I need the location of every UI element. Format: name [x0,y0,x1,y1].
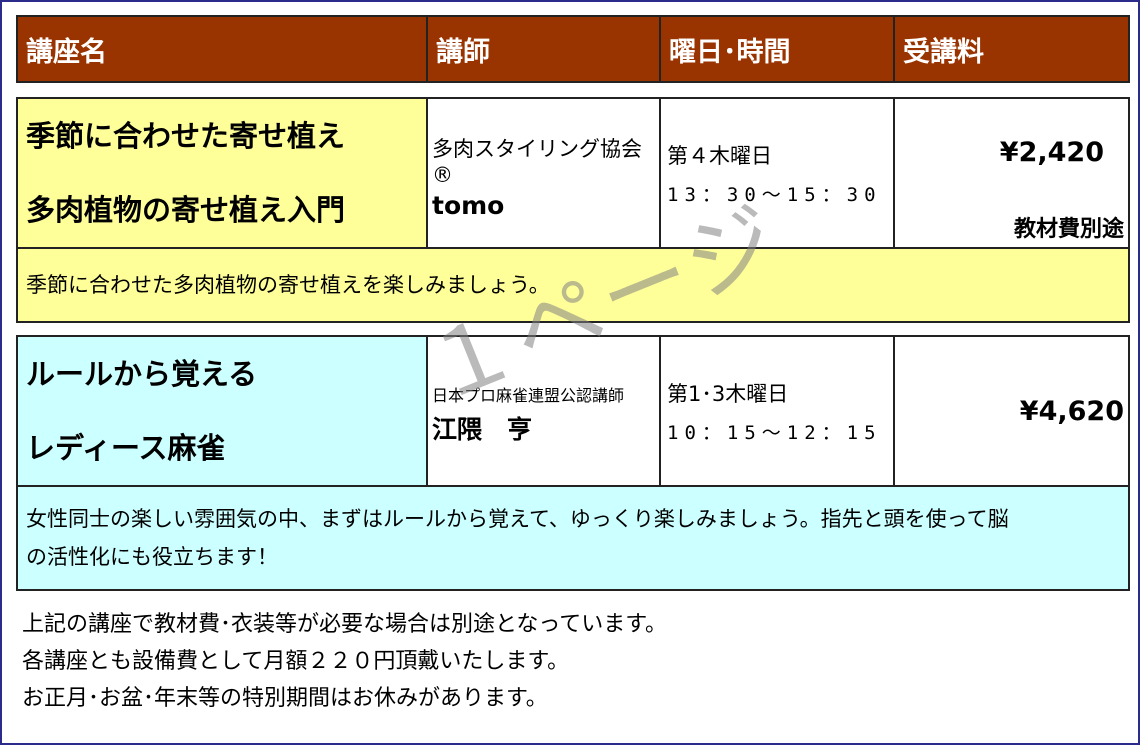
course-card-succulent: 季節に合わせた寄せ植え 多肉植物の寄せ植え入門 多肉スタイリング協会® tomo… [16,97,1130,323]
course-card-mahjong: ルールから覚える レディース麻雀 日本プロ麻雀連盟公認講師 江隈 亨 第1･3木… [16,335,1130,591]
teacher-cell: 日本プロ麻雀連盟公認講師 江隈 亨 [426,335,661,487]
header-teacher: 講師 [426,15,661,83]
schedule-day: 第1･3木曜日 [667,381,789,406]
footer-note: 上記の講座で教材費･衣装等が必要な場合は別途となっています。 [22,612,668,637]
course-name: 季節に合わせた寄せ植え 多肉植物の寄せ植え入門 [16,97,428,249]
schedule-time: 13：30～15：30 [667,183,882,206]
course-name: ルールから覚える レディース麻雀 [16,335,428,487]
price: ¥2,420 [999,137,1104,168]
course-name-line1: 季節に合わせた寄せ植え [26,119,346,153]
course-description: 女性同士の楽しい雰囲気の中、まずはルールから覚えて、ゆっくり楽しみましょう。指先… [16,485,1130,591]
teacher-org: 多肉スタイリング協会® [432,136,642,187]
footer-note: お正月･お盆･年末等の特別期間はお休みがあります。 [22,686,548,711]
price: ¥4,620 [1019,395,1124,427]
description-line2: の活性化にも役立ちます！ [26,545,278,569]
schedule-cell: 第４木曜日 13：30～15：30 [659,97,895,249]
header-schedule: 曜日･時間 [659,15,895,83]
schedule-cell: 第1･3木曜日 10：15～12：15 [659,335,895,487]
header-course: 講座名 [16,15,428,83]
header-fee: 受講料 [893,15,1130,83]
footer-notes: 上記の講座で教材費･衣装等が必要な場合は別途となっています。 各講座とも設備費と… [22,606,667,717]
course-name-line1: ルールから覚える [26,357,258,391]
fee-cell: ¥4,620 [893,335,1130,487]
course-description: 季節に合わせた多肉植物の寄せ植えを楽しみましょう。 [16,247,1130,323]
course-name-line2: レディース麻雀 [26,431,226,465]
description-line1: 女性同士の楽しい雰囲気の中、まずはルールから覚えて、ゆっくり楽しみましょう。指先… [26,507,1009,531]
teacher-name: tomo [432,190,505,220]
footer-note: 各講座とも設備費として月額２２０円頂戴いたします。 [22,649,570,674]
teacher-cell: 多肉スタイリング協会® tomo [426,97,661,249]
page: 講座名 講師 曜日･時間 受講料 季節に合わせた寄せ植え 多肉植物の寄せ植え入門… [0,0,1140,745]
schedule-time: 10：15～12：15 [667,421,882,444]
fee-cell: ¥2,420 教材費別途 [893,97,1130,249]
header-row: 講座名 講師 曜日･時間 受講料 [16,15,1130,83]
teacher-org: 日本プロ麻雀連盟公認講師 [432,386,625,405]
price-note: 教材費別途 [1013,217,1124,242]
schedule-day: 第４木曜日 [667,143,772,168]
teacher-name: 江隈 亨 [432,415,533,444]
course-name-line2: 多肉植物の寄せ植え入門 [26,193,346,227]
